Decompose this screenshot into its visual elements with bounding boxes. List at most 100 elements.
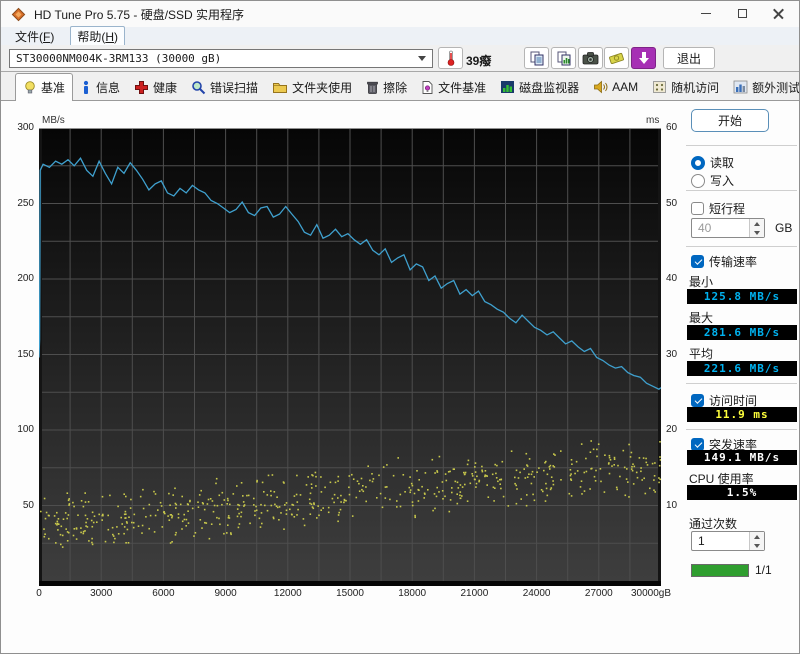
short-stroke-label: 短行程 [709,200,745,217]
x-tick-18000: 18000 [398,588,426,599]
y-left-tick-100: 100 [1,424,34,435]
info-icon [80,80,92,95]
purchase-button[interactable] [604,47,629,69]
y-right-tick-30: 30 [666,349,677,360]
x-tick-24000: 24000 [523,588,551,599]
window-title: HD Tune Pro 5.75 - 硬盘/SSD 实用程序 [34,6,244,23]
y-right-tick-50: 50 [666,198,677,209]
download-button[interactable] [631,47,656,69]
spinner-up-icon[interactable] [750,219,764,228]
tab-file-benchmark[interactable]: 文件基准 [414,73,493,101]
menu-file-label: 文件( [15,30,43,44]
file-benchmark-icon [421,80,434,95]
close-button[interactable] [761,1,795,25]
tab-folder-usage[interactable]: 文件夹使用 [265,73,359,101]
x-tick-15000: 15000 [336,588,364,599]
minimize-button[interactable] [689,1,723,25]
health-cross-icon [134,80,149,95]
tab-benchmark[interactable]: 基准 [15,73,73,101]
drive-select[interactable]: ST30000NM004K-3RM133 (30000 gB) [9,49,433,68]
pass-count-label: 通过次数 [689,515,737,532]
access-time-display: 11.9 ms [687,407,797,422]
divider [686,246,797,247]
tab-extra-tests[interactable]: 额外测试 [726,73,800,101]
x-tick-21000: 21000 [460,588,488,599]
speaker-icon [593,80,608,94]
progress-count: 1/1 [755,563,772,577]
y-right-tick-10: 10 [666,500,677,511]
copy-image-button[interactable] [551,47,576,69]
tab-file-benchmark-label: 文件基准 [438,79,486,96]
gb-unit-label: GB [775,221,792,235]
menu-file[interactable]: 文件(F) [9,27,60,46]
write-radio-row[interactable]: 写入 [691,172,734,189]
tab-health-label: 健康 [153,79,177,96]
menu-bar: 文件(F) 帮助(H) [1,27,799,45]
pass-count-value: 1 [692,532,749,550]
pass-count-spinner[interactable]: 1 [691,531,765,551]
maximize-button[interactable] [725,1,759,25]
temperature-button[interactable] [438,47,463,69]
tab-aam[interactable]: AAM [586,73,645,101]
screenshot-button[interactable] [578,47,603,69]
menu-help-key: H [105,30,114,44]
title-bar: HD Tune Pro 5.75 - 硬盘/SSD 实用程序 [1,1,799,27]
tab-disk-monitor[interactable]: 磁盘监视器 [493,73,586,101]
max-label: 最大 [689,309,713,326]
spinner-arrows [749,532,764,550]
maximize-icon [738,9,747,18]
tab-random-access-label: 随机访问 [671,79,719,96]
benchmark-chart-canvas [39,128,661,586]
transfer-rate-checkbox[interactable] [691,255,704,268]
tab-random-access[interactable]: 随机访问 [645,73,726,101]
tab-health[interactable]: 健康 [127,73,184,101]
spinner-down-icon[interactable] [750,541,764,550]
menu-help[interactable]: 帮助(H) [70,26,125,47]
tab-folder-usage-label: 文件夹使用 [292,79,352,96]
tab-info[interactable]: 信息 [73,73,127,101]
copy-image-icon [556,50,572,66]
start-button[interactable]: 开始 [691,109,769,132]
folder-icon [272,80,288,94]
divider [686,145,797,146]
write-radio[interactable] [691,174,705,188]
short-stroke-row[interactable]: 短行程 [691,200,745,217]
spinner-up-icon[interactable] [750,532,764,541]
x-tick-3000: 3000 [90,588,112,599]
write-radio-label: 写入 [710,172,734,189]
divider [686,429,797,430]
start-button-label: 开始 [718,112,742,129]
progress-fill [692,565,748,576]
tab-erase[interactable]: 擦除 [359,73,414,101]
progress-bar [691,564,749,577]
y-right-tick-60: 60 [666,122,677,133]
y-right-axis-unit: ms [646,115,659,126]
drive-select-value: ST30000NM004K-3RM133 (30000 gB) [16,52,221,65]
chevron-down-icon [418,56,426,61]
extra-tests-icon [733,80,748,94]
toolbar: ST30000NM004K-3RM133 (30000 gB) 39癈 [1,45,799,72]
app-icon [11,7,26,22]
y-left-tick-200: 200 [1,273,34,284]
access-time-checkbox[interactable] [691,394,704,407]
read-radio-row[interactable]: 读取 [691,154,734,171]
tab-error-scan[interactable]: 错误扫描 [184,73,265,101]
transfer-rate-row[interactable]: 传输速率 [691,253,757,270]
short-stroke-checkbox[interactable] [691,202,704,215]
copy-text-button[interactable] [524,47,549,69]
x-tick-6000: 6000 [152,588,174,599]
close-icon [773,8,784,19]
divider [686,383,797,384]
tab-error-scan-label: 错误扫描 [210,79,258,96]
min-value-display: 125.8 MB/s [687,289,797,304]
burst-rate-display: 149.1 MB/s [687,450,797,465]
y-left-tick-50: 50 [1,500,34,511]
minimize-icon [701,13,711,14]
spinner-down-icon[interactable] [750,228,764,237]
magnifier-icon [191,80,206,95]
thermometer-icon [445,50,457,66]
short-stroke-size-spinner[interactable]: 40 [691,218,765,238]
read-radio[interactable] [691,156,705,170]
exit-button[interactable]: 退出 [663,47,715,69]
trash-icon [366,80,379,95]
